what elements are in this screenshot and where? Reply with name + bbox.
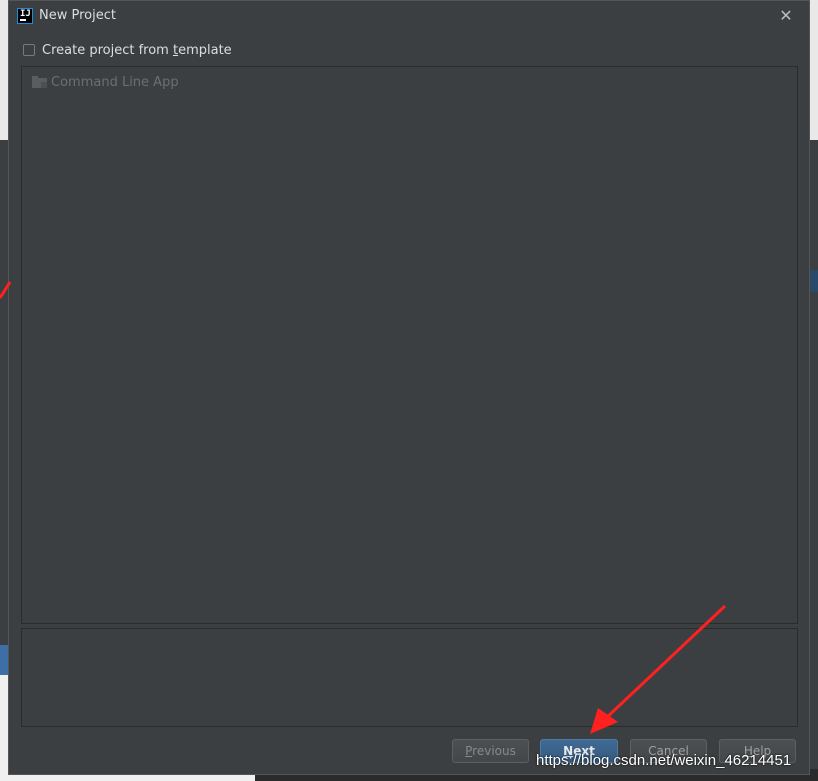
template-list[interactable]: Command Line App: [21, 66, 798, 624]
dialog-title: New Project: [39, 8, 116, 23]
new-project-dialog: IJ New Project ✕ Create project from tem…: [8, 0, 810, 775]
screen: IJ New Project ✕ Create project from tem…: [0, 0, 818, 781]
cancel-button[interactable]: Cancel: [630, 739, 707, 763]
list-item-command-line-app[interactable]: Command Line App: [32, 73, 179, 91]
intellij-icon: IJ: [17, 8, 33, 24]
create-from-template-row[interactable]: Create project from template: [23, 41, 232, 59]
background-ide-right-selection: [810, 270, 818, 292]
background-ide-left-panel: [0, 140, 8, 645]
background-ide-right-panel: [810, 140, 818, 781]
help-button[interactable]: Help: [719, 739, 796, 763]
folder-icon: [32, 76, 47, 88]
create-from-template-checkbox[interactable]: [23, 44, 35, 56]
intellij-icon-letters: IJ: [20, 9, 31, 19]
list-item-label: Command Line App: [51, 74, 179, 90]
previous-button[interactable]: Previous: [452, 739, 529, 763]
create-from-template-label[interactable]: Create project from template: [42, 43, 232, 58]
close-icon[interactable]: ✕: [777, 7, 795, 25]
background-ide-left-selection: [0, 645, 8, 675]
template-description-panel: [21, 628, 798, 727]
dialog-titlebar[interactable]: IJ New Project ✕: [9, 1, 809, 33]
background-ide-left-lower: [0, 675, 8, 781]
next-button[interactable]: Next: [540, 739, 618, 763]
